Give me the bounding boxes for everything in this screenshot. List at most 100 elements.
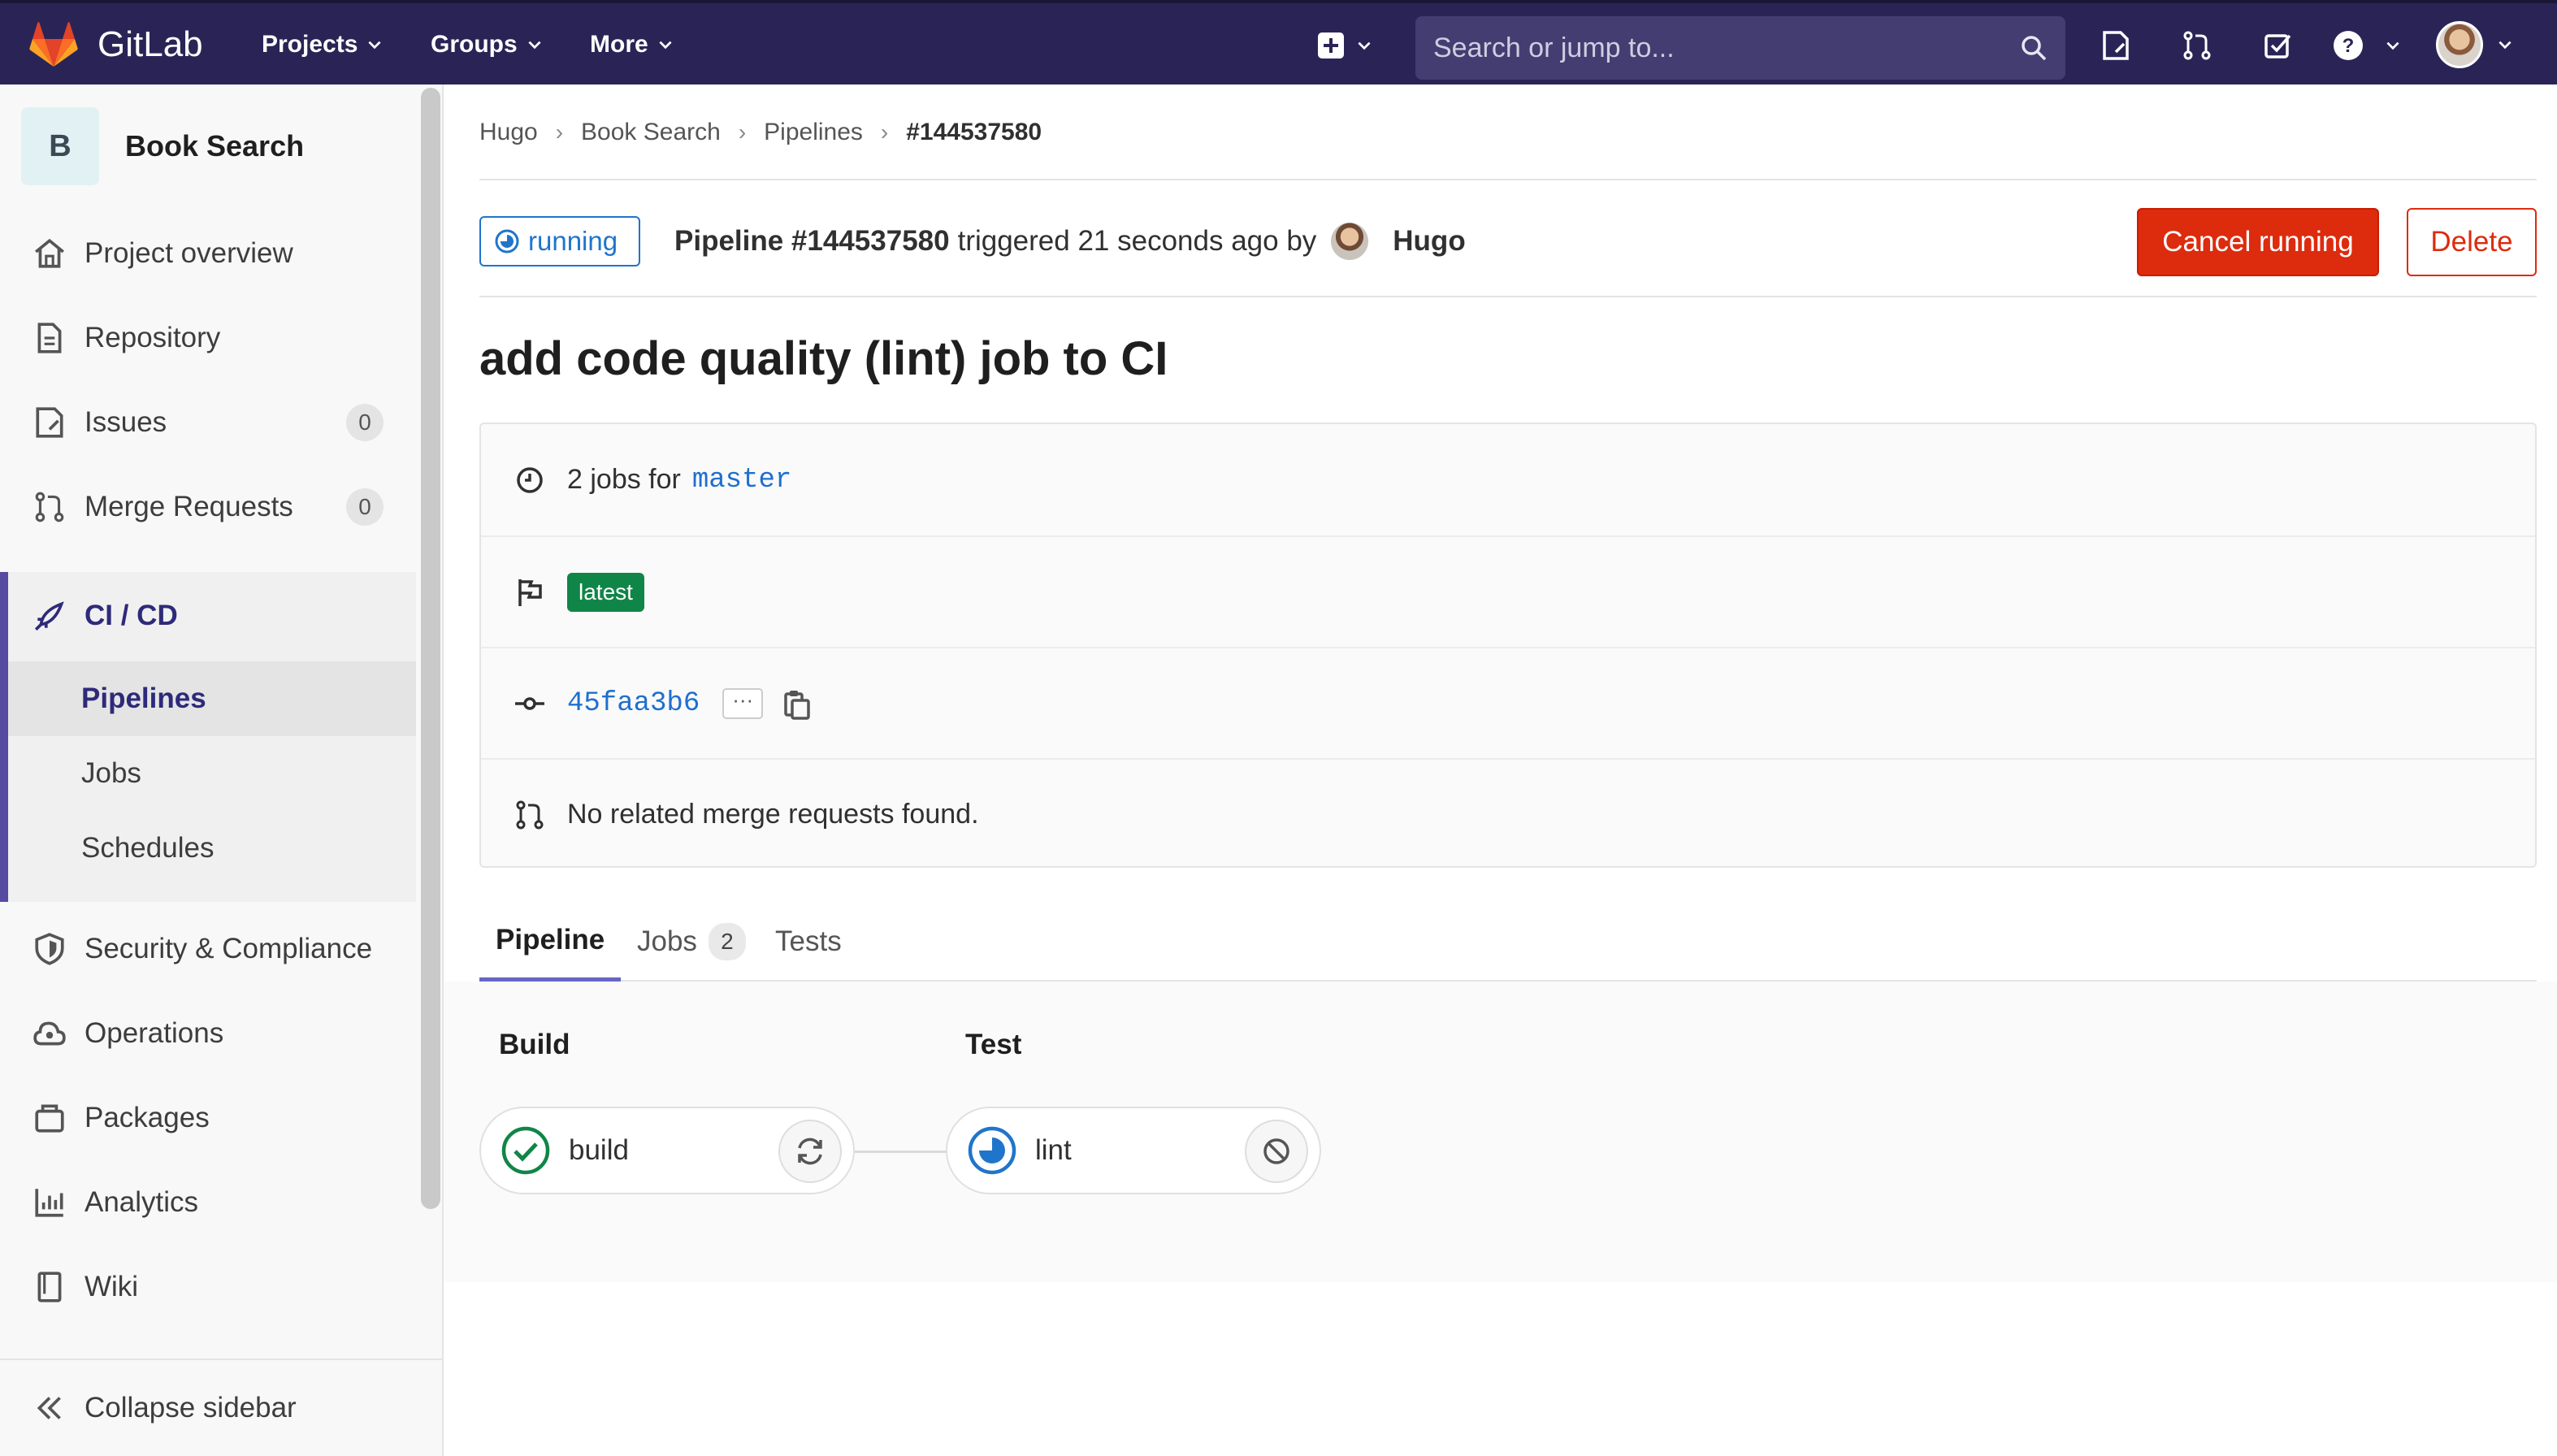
stage-title-build: Build [499, 1029, 570, 1060]
package-icon [35, 1104, 64, 1133]
merge-requests-count-badge: 0 [346, 488, 384, 526]
tab-label: Pipeline [496, 923, 605, 956]
commit-sha-link[interactable]: 45faa3b6 [567, 688, 700, 719]
breadcrumb-pipeline-id[interactable]: #144537580 [906, 119, 1042, 146]
sidebar-item-wiki[interactable]: Wiki [0, 1245, 416, 1329]
chevron-right-icon: › [880, 119, 889, 145]
left-sidebar: B Book Search Project overview Repositor… [0, 84, 444, 1456]
sidebar-item-operations[interactable]: Operations [0, 991, 416, 1076]
more-menu[interactable]: More [590, 31, 674, 58]
help-icon: ? [2334, 31, 2363, 60]
pipeline-tabs: Pipeline Jobs 2 Tests [479, 902, 2537, 982]
issues-count-badge: 0 [346, 404, 384, 441]
job-name: build [569, 1134, 629, 1166]
gitlab-brand[interactable]: GitLab [98, 24, 203, 65]
no-merge-requests-text: No related merge requests found. [567, 799, 979, 830]
merge-request-icon [35, 492, 64, 522]
breadcrumb-project[interactable]: Book Search [581, 119, 721, 146]
tab-label: Tests [775, 925, 842, 957]
sidebar-item-project-overview[interactable]: Project overview [0, 211, 416, 296]
breadcrumb: Hugo › Book Search › Pipelines › #144537… [479, 119, 1042, 146]
cancel-running-button[interactable]: Cancel running [2137, 208, 2379, 276]
home-icon [35, 238, 64, 268]
sidebar-item-label: Issues [85, 406, 167, 438]
breadcrumb-pipelines[interactable]: Pipelines [764, 119, 863, 146]
branch-link[interactable]: master [692, 465, 791, 496]
sidebar-item-label: Analytics [85, 1186, 199, 1218]
sidebar-sub-jobs[interactable]: Jobs [8, 736, 416, 811]
pipeline-header: Pipeline #144537580 triggered 21 seconds… [674, 223, 1466, 260]
sidebar-item-issues[interactable]: Issues 0 [0, 380, 416, 465]
groups-menu-label: Groups [431, 31, 518, 58]
retry-button[interactable] [778, 1120, 842, 1183]
avatar[interactable] [1331, 223, 1369, 260]
sidebar-item-security-compliance[interactable]: Security & Compliance [0, 907, 416, 991]
rocket-icon [34, 601, 64, 631]
merge-requests-nav-icon[interactable] [2178, 26, 2217, 65]
divider [479, 179, 2537, 180]
job-build[interactable]: build [479, 1107, 855, 1194]
sidebar-sub-schedules[interactable]: Schedules [8, 811, 416, 886]
sidebar-item-label: Packages [85, 1102, 210, 1133]
new-item-dropdown[interactable] [1316, 31, 1373, 60]
search-icon[interactable] [2018, 32, 2049, 63]
sidebar-scrollbar[interactable] [421, 88, 440, 1209]
chevron-down-icon [528, 41, 541, 50]
top-navbar: GitLab Projects Groups More ? [0, 0, 2557, 84]
sidebar-item-ci-cd[interactable]: CI / CD [0, 574, 416, 658]
status-label: running [528, 226, 618, 256]
help-dropdown[interactable]: ? [2332, 26, 2402, 65]
status-running-icon [968, 1126, 1016, 1175]
breadcrumb-user[interactable]: Hugo [479, 119, 538, 146]
sidebar-sub-pipelines[interactable]: Pipelines [8, 661, 416, 736]
search-input[interactable] [1433, 16, 2002, 80]
collapse-sidebar-label: Collapse sidebar [85, 1392, 297, 1424]
projects-menu-label: Projects [262, 31, 358, 58]
sidebar-item-packages[interactable]: Packages [0, 1076, 416, 1160]
tab-tests[interactable]: Tests [775, 902, 842, 982]
project-avatar: B [21, 107, 99, 185]
triggered-by-user[interactable]: Hugo [1393, 225, 1465, 258]
stage-connector [855, 1150, 947, 1153]
user-avatar[interactable] [2436, 21, 2483, 68]
tab-label: Jobs [637, 925, 697, 957]
chevron-right-icon: › [738, 119, 747, 145]
issues-nav-icon[interactable] [2096, 26, 2135, 65]
plus-square-icon [1318, 32, 1344, 58]
triggered-text: triggered 21 seconds ago by [957, 225, 1317, 257]
cancel-job-button[interactable] [1245, 1120, 1308, 1183]
sidebar-item-merge-requests[interactable]: Merge Requests 0 [0, 465, 416, 549]
job-name: lint [1035, 1134, 1072, 1166]
gitlab-logo-icon[interactable] [29, 21, 78, 68]
tab-pipeline[interactable]: Pipeline [479, 902, 622, 982]
copy-icon[interactable] [781, 687, 813, 720]
collapse-sidebar-button[interactable]: Collapse sidebar [0, 1358, 444, 1456]
sidebar-item-repository[interactable]: Repository [0, 296, 416, 380]
issues-icon [36, 407, 63, 438]
job-lint[interactable]: lint [946, 1107, 1321, 1194]
document-icon [37, 323, 62, 353]
pipeline-id-label: Pipeline #144537580 [674, 225, 950, 257]
groups-menu[interactable]: Groups [431, 31, 544, 58]
svg-text:?: ? [2342, 35, 2355, 57]
sidebar-item-analytics[interactable]: Analytics [0, 1160, 416, 1245]
status-success-icon [501, 1126, 550, 1175]
todos-nav-icon[interactable] [2259, 26, 2298, 65]
chart-icon [35, 1189, 63, 1217]
chevron-down-icon [659, 41, 672, 50]
project-header[interactable]: B Book Search [21, 107, 304, 185]
chevron-down-icon [368, 41, 381, 50]
tab-jobs[interactable]: Jobs 2 [637, 902, 746, 982]
sidebar-item-label: Project overview [85, 237, 293, 269]
search-box[interactable] [1415, 16, 2065, 80]
chevron-down-icon[interactable] [2496, 36, 2514, 54]
jobs-row: 2 jobs for master [481, 424, 2535, 535]
projects-menu[interactable]: Projects [262, 31, 384, 58]
delete-button[interactable]: Delete [2407, 208, 2537, 276]
commit-row: 45faa3b6 ··· [481, 647, 2535, 758]
expand-commit-button[interactable]: ··· [722, 687, 764, 719]
status-badge[interactable]: running [479, 216, 641, 266]
jobs-count-badge: 2 [708, 923, 746, 960]
tags-row: latest [481, 535, 2535, 647]
pipeline-info-panel: 2 jobs for master latest 45faa3b6 ··· No… [479, 422, 2537, 868]
